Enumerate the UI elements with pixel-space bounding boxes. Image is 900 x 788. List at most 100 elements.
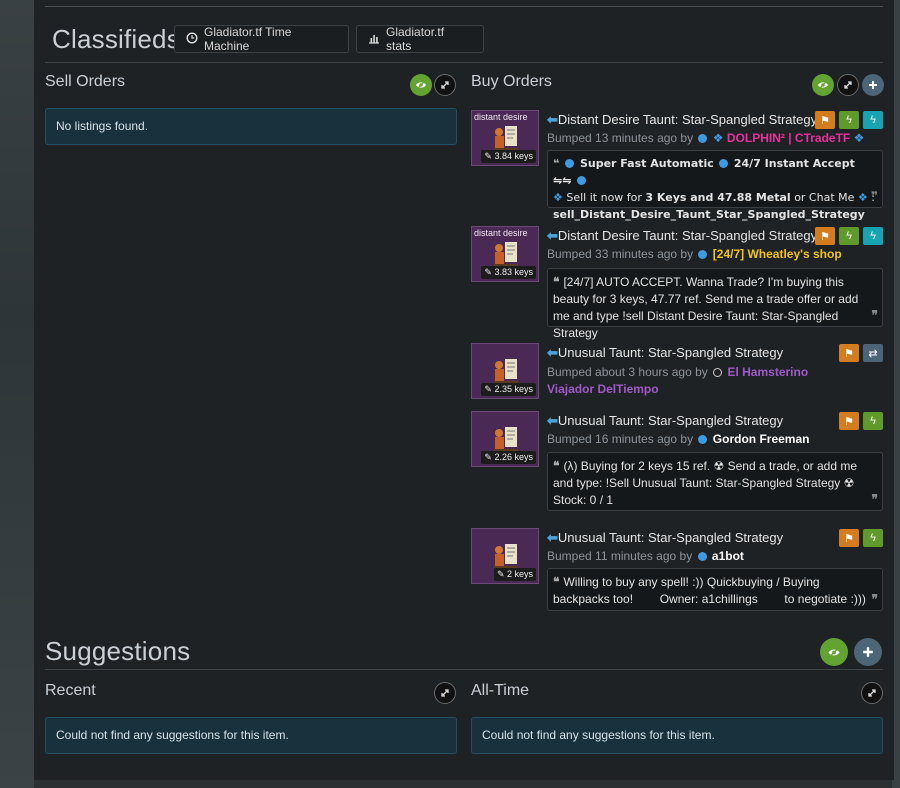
add-suggestion-icon[interactable] [854, 638, 882, 666]
status-dot-icon [698, 250, 708, 259]
item-thumbnail[interactable]: distant desire ✎ 3.84 keys [471, 110, 539, 166]
price-tag: ✎ 2.35 keys [481, 383, 536, 396]
status-dot-icon [576, 176, 586, 185]
listing-quote: ❝ Super Fast Automatic 24/7 Instant Acce… [547, 150, 883, 221]
flag-icon[interactable]: ⚑ [839, 412, 859, 430]
flag-icon[interactable]: ⚑ [839, 529, 859, 547]
buy-listing: ✎ 2.26 keys ⬅Unusual Taunt: Star-Spangle… [471, 411, 883, 511]
buy-listing: distant desire ✎ 3.84 keys ⬅Distant Desi… [471, 110, 883, 221]
user-link[interactable]: Gordon Freeman [713, 432, 810, 446]
expand-icon[interactable] [434, 74, 456, 96]
alltime-empty-alert: Could not find any suggestions for this … [471, 717, 883, 754]
arrow-left-icon: ⬅ [547, 228, 558, 243]
item-thumbnail[interactable]: distant desire ✎ 3.83 keys [471, 226, 539, 282]
listing-title[interactable]: ⬅Unusual Taunt: Star-Spangled Strategy [547, 413, 783, 429]
eye-toggle-icon[interactable] [410, 74, 432, 96]
time-machine-button[interactable]: Gladiator.tf Time Machine [174, 25, 349, 53]
user-link[interactable]: [24/7] Wheatley's shop [713, 247, 842, 261]
lightning-icon[interactable]: ϟ [839, 111, 859, 129]
price-tag: ✎ 2.26 keys [481, 451, 536, 464]
recent-heading: Recent [45, 682, 96, 699]
taunt-item-icon [494, 427, 518, 451]
quote-close-icon: ❞ [871, 592, 878, 606]
diamond-icon: ❖ [712, 131, 724, 145]
alltime-heading: All-Time [471, 682, 530, 699]
status-dot-icon [565, 159, 575, 168]
lightning-icon[interactable]: ϟ [863, 111, 883, 129]
suggestions-title: Suggestions [45, 636, 191, 666]
sell-orders-heading: Sell Orders [45, 73, 126, 90]
listing-quote: ❝ Willing to buy any spell! :)) Quickbuyi… [547, 568, 883, 611]
arrow-left-icon: ⬅ [547, 413, 558, 428]
listing-title[interactable]: ⬅Unusual Taunt: Star-Spangled Strategy [547, 530, 783, 546]
expand-icon[interactable] [861, 682, 883, 704]
taunt-item-icon [494, 126, 518, 150]
user-link[interactable]: a1bot [712, 549, 744, 563]
bump-info: Bumped 16 minutes ago by Gordon Freeman [547, 432, 810, 446]
eye-toggle-icon[interactable] [820, 638, 848, 666]
taunt-item-icon [494, 544, 518, 568]
price-tag: ✎ 3.84 keys [481, 150, 536, 163]
expand-icon[interactable] [434, 682, 456, 704]
bump-info: Bumped 13 minutes ago by ❖ DOLPHIN² | CT… [547, 131, 865, 145]
top-divider [45, 6, 883, 7]
page-background-left [0, 0, 34, 788]
item-caption: distant desire [474, 112, 528, 122]
clock-icon [186, 31, 198, 47]
quote-open-icon: ❝ [553, 459, 560, 473]
listing-title[interactable]: ⬅Distant Desire Taunt: Star-Spangled Str… [547, 112, 817, 128]
item-caption: distant desire [474, 228, 528, 238]
flag-icon[interactable]: ⚑ [815, 227, 835, 245]
lightning-icon[interactable]: ϟ [863, 412, 883, 430]
eye-toggle-icon[interactable] [812, 74, 834, 96]
listing-quote: ❝ [24/7] AUTO ACCEPT. Wanna Trade? I'm bu… [547, 268, 883, 340]
quote-close-icon: ❞ [871, 308, 878, 322]
bump-info: Bumped 11 minutes ago by a1bot [547, 549, 744, 563]
arrow-left-icon: ⬅ [547, 345, 558, 360]
quote-close-icon: ❞ [871, 492, 878, 506]
stats-label: Gladiator.tf stats [386, 25, 445, 53]
quote-open-icon: ❝ [553, 157, 560, 170]
flag-icon[interactable]: ⚑ [815, 111, 835, 129]
item-thumbnail[interactable]: ✎ 2 keys [471, 528, 539, 584]
bar-chart-icon [368, 32, 380, 47]
stats-button[interactable]: Gladiator.tf stats [356, 25, 484, 53]
arrow-left-icon: ⬅ [547, 530, 558, 545]
item-thumbnail[interactable]: ✎ 2.26 keys [471, 411, 539, 467]
diamond-icon: ❖ [853, 131, 865, 145]
price-tag: ✎ 3.83 keys [481, 266, 536, 279]
status-dot-icon [719, 159, 729, 168]
listing-title[interactable]: ⬅Distant Desire Taunt: Star-Spangled Str… [547, 228, 817, 244]
suggestions-divider [45, 669, 883, 670]
lightning-icon[interactable]: ϟ [839, 227, 859, 245]
listing-quote: ❝ (λ) Buying for 2 keys 15 ref. ☢ Send a … [547, 452, 883, 511]
diamond-icon: ❖ [553, 191, 563, 204]
add-buy-order-icon[interactable] [862, 74, 884, 96]
taunt-item-icon [494, 242, 518, 266]
classifieds-divider [45, 62, 883, 63]
status-dot-icon [713, 368, 723, 377]
expand-icon[interactable] [837, 74, 859, 96]
flag-icon[interactable]: ⚑ [839, 344, 859, 362]
item-thumbnail[interactable]: ✎ 2.35 keys [471, 343, 539, 399]
swap-icon[interactable]: ⇄ [863, 344, 883, 362]
taunt-item-icon [494, 359, 518, 383]
price-tag: ✎ 2 keys [493, 568, 536, 581]
listing-title[interactable]: ⬅Unusual Taunt: Star-Spangled Strategy [547, 345, 783, 361]
no-listings-alert: No listings found. [45, 108, 457, 145]
bump-info: Bumped 33 minutes ago by [24/7] Wheatley… [547, 247, 842, 261]
lightning-icon[interactable]: ϟ [863, 227, 883, 245]
status-dot-icon [697, 552, 707, 561]
lightning-icon[interactable]: ϟ [863, 529, 883, 547]
diamond-icon: ❖ [857, 191, 868, 204]
bump-info: Bumped about 3 hours ago by El Hamsterin… [547, 365, 809, 396]
buy-listing: distant desire ✎ 3.83 keys ⬅Distant Desi… [471, 226, 883, 340]
buy-orders-heading: Buy Orders [471, 73, 552, 90]
user-link[interactable]: DOLPHIN² | CTradeTF [727, 131, 850, 145]
quote-close-icon: ❞ [870, 189, 878, 203]
buy-listing: ✎ 2.35 keys ⬅Unusual Taunt: Star-Spangle… [471, 343, 883, 399]
quote-open-icon: ❝ [553, 575, 560, 589]
classifieds-title: Classifieds [52, 24, 180, 54]
time-machine-label: Gladiator.tf Time Machine [204, 25, 292, 53]
status-dot-icon [698, 435, 708, 444]
